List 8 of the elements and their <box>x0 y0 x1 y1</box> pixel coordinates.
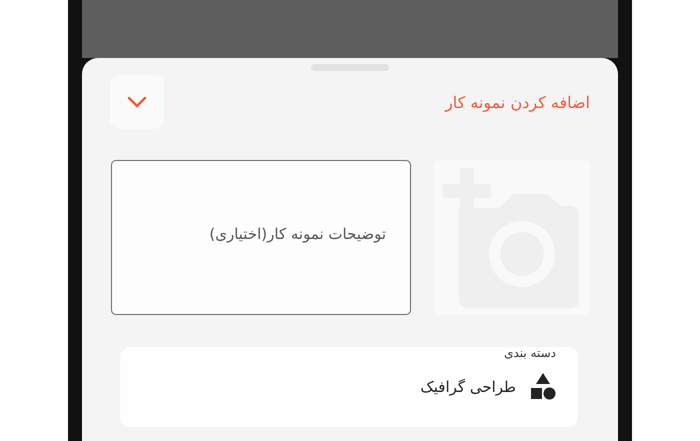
category-label: دسته بندی <box>503 346 556 360</box>
collapse-button[interactable] <box>110 75 164 129</box>
shapes-icon <box>530 373 556 401</box>
sheet-title: اضافه کردن نمونه کار <box>445 92 590 112</box>
description-field[interactable]: توضیحات نمونه کار(اختیاری) <box>111 160 411 315</box>
chevron-down-icon <box>127 96 147 108</box>
category-value: طراحی گرافیک <box>420 378 516 396</box>
category-card[interactable]: دسته بندی طراحی گرافیک <box>120 347 578 427</box>
